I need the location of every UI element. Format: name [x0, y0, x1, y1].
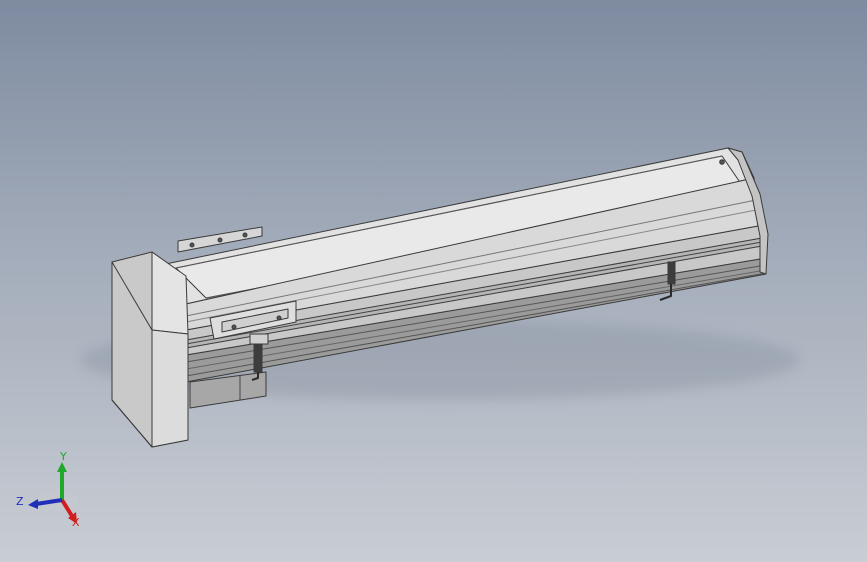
screw-icon: [719, 159, 725, 165]
linear-module[interactable]: [111, 147, 769, 448]
end-housing-face[interactable]: [151, 329, 189, 448]
carriage-screw-icon: [231, 324, 237, 330]
view-orientation-triad[interactable]: Y Z X: [10, 448, 90, 532]
z-arrow-icon: [28, 499, 38, 509]
bracket-screw-icon: [217, 237, 223, 243]
triad-x-label: X: [72, 516, 80, 529]
y-arrow-icon: [57, 462, 67, 472]
carriage-screw-icon: [276, 315, 282, 321]
triad-y-label: Y: [59, 450, 67, 463]
3d-viewport[interactable]: Y Z X: [0, 0, 867, 562]
triad-z-label: Z: [16, 495, 24, 508]
bracket-screw-icon: [189, 242, 195, 248]
bracket-screw-icon: [242, 232, 248, 238]
cad-model-view[interactable]: [0, 0, 867, 562]
